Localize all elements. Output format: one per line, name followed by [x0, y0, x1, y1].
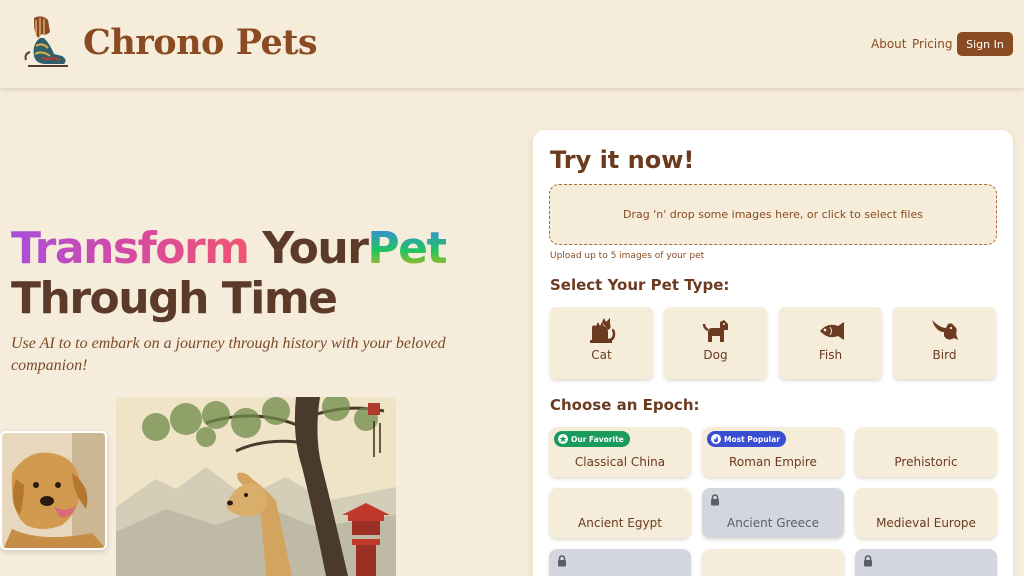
dog-photo: [0, 431, 107, 550]
epoch-label: Roman Empire: [729, 455, 817, 469]
upload-hint: Upload up to 5 images of your pet: [550, 251, 705, 261]
badge-label: Our Favorite: [571, 434, 624, 444]
dropzone-text: Drag 'n' drop some images here, or click…: [623, 208, 923, 221]
epoch-roman-empire[interactable]: Most Popular Roman Empire: [702, 427, 844, 477]
nav-about-link[interactable]: About: [871, 37, 906, 51]
dog-icon: [702, 320, 728, 342]
fish-icon: [819, 322, 844, 340]
epoch-label: Medieval Europe: [876, 516, 976, 530]
lock-icon: [558, 555, 566, 567]
epoch-label: Classical China: [574, 455, 666, 469]
pet-option-cat[interactable]: Cat: [550, 307, 653, 379]
bird-icon: [931, 320, 958, 340]
star-icon: [558, 434, 568, 444]
headline-word-your: Your: [262, 223, 369, 274]
site-header: Chrono Pets About Pricing Sign In: [0, 0, 1024, 88]
epoch-label: Ancient Egypt: [578, 516, 662, 530]
epoch-ancient-greece[interactable]: Ancient Greece: [702, 488, 844, 538]
badge-label: Most Popular: [724, 434, 780, 444]
card-title: Try it now!: [550, 146, 695, 174]
flame-icon: [711, 434, 721, 444]
brand-name[interactable]: Chrono Pets: [83, 22, 318, 63]
epoch-medieval-europe[interactable]: Medieval Europe: [855, 488, 997, 538]
lock-icon: [711, 494, 719, 506]
pet-label-cat: Cat: [591, 348, 612, 362]
sign-in-button[interactable]: Sign In: [957, 32, 1013, 56]
epoch-heading: Choose an Epoch:: [550, 396, 700, 414]
cat-icon: [589, 318, 615, 343]
most-popular-badge: Most Popular: [707, 431, 786, 447]
epoch-label: Prehistoric: [894, 455, 958, 469]
pet-option-dog[interactable]: Dog: [664, 307, 767, 379]
epoch-classical-china[interactable]: Our Favorite Classical China: [549, 427, 691, 477]
pet-label-dog: Dog: [703, 348, 728, 362]
epoch-locked-option[interactable]: [855, 549, 997, 576]
epoch-label: Ancient Greece: [727, 516, 819, 530]
pet-label-bird: Bird: [932, 348, 957, 362]
our-favorite-badge: Our Favorite: [554, 431, 630, 447]
headline-word-transform: Transform: [11, 223, 250, 274]
lock-icon: [864, 555, 872, 567]
epoch-prehistoric[interactable]: Prehistoric: [855, 427, 997, 477]
epoch-ancient-egypt[interactable]: Ancient Egypt: [549, 488, 691, 538]
pet-option-fish[interactable]: Fish: [779, 307, 882, 379]
hero-headline: Transform YourPet Through Time: [11, 223, 448, 324]
hero-subtitle: Use AI to to embark on a journey through…: [11, 335, 446, 374]
try-it-card: Try it now! Drag 'n' drop some images he…: [533, 130, 1013, 576]
pet-option-bird[interactable]: Bird: [893, 307, 996, 379]
nav-pricing-link[interactable]: Pricing: [912, 37, 952, 51]
pet-label-fish: Fish: [818, 348, 843, 362]
image-dropzone[interactable]: Drag 'n' drop some images here, or click…: [549, 184, 997, 245]
headline-line-2: Through Time: [11, 273, 338, 324]
classical-china-dog-painting: [116, 397, 396, 576]
epoch-option[interactable]: [702, 549, 844, 576]
epoch-locked-option[interactable]: [549, 549, 691, 576]
headline-word-pet: Pet: [367, 223, 447, 274]
sphinx-logo-icon[interactable]: [20, 14, 72, 72]
pet-type-heading: Select Your Pet Type:: [550, 276, 730, 294]
